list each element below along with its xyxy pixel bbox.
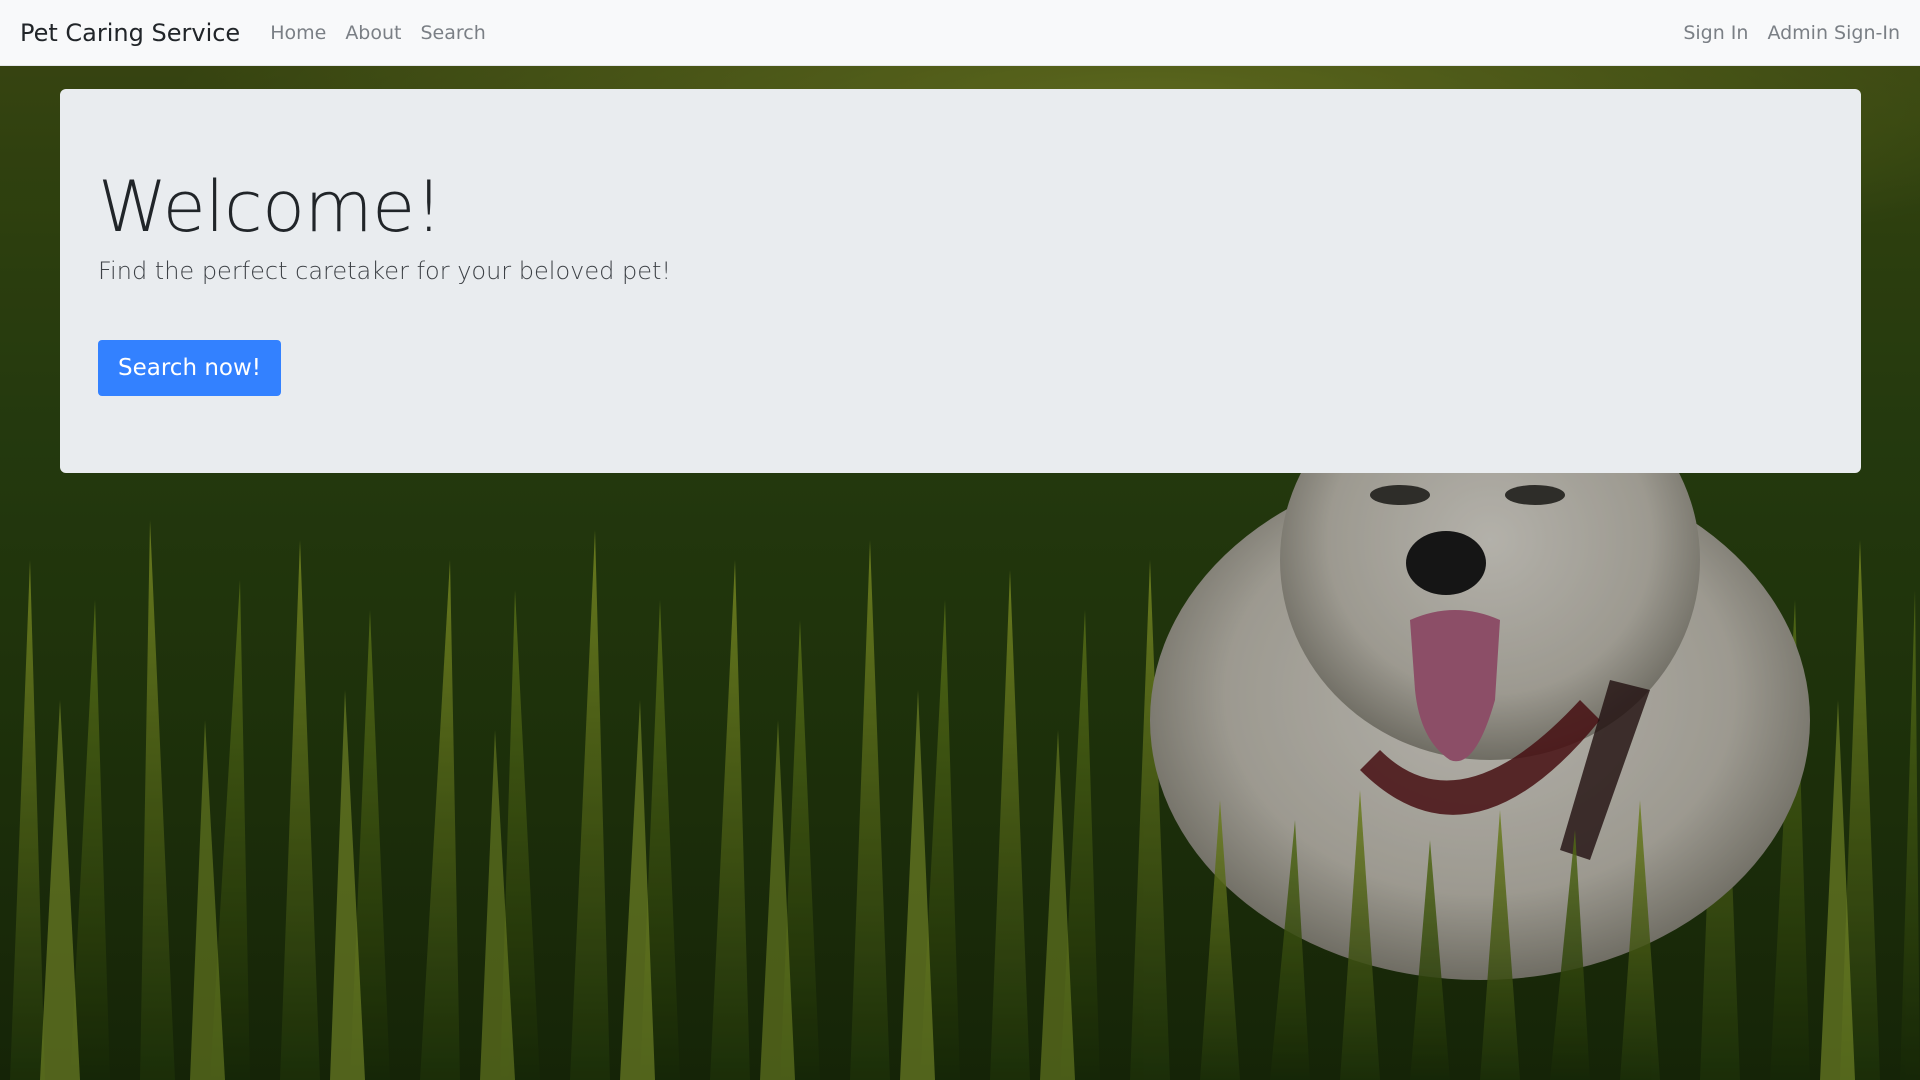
nav-right-links: Sign In Admin Sign-In: [1664, 22, 1900, 44]
nav-link-admin-sign-in[interactable]: Admin Sign-In: [1767, 22, 1900, 44]
nav-link-home[interactable]: Home: [270, 22, 326, 44]
nav-link-search[interactable]: Search: [421, 22, 486, 44]
brand-link[interactable]: Pet Caring Service: [20, 19, 240, 47]
nav-link-about[interactable]: About: [345, 22, 401, 44]
top-navbar: Pet Caring Service Home About Search Sig…: [0, 0, 1920, 66]
welcome-jumbotron: Welcome! Find the perfect caretaker for …: [60, 89, 1861, 473]
hero-subtitle: Find the perfect caretaker for your belo…: [98, 257, 671, 285]
nav-link-sign-in[interactable]: Sign In: [1683, 22, 1748, 44]
nav-links: Home About Search: [270, 22, 505, 44]
search-now-button[interactable]: Search now!: [98, 340, 282, 396]
page-title: Welcome!: [98, 166, 443, 248]
